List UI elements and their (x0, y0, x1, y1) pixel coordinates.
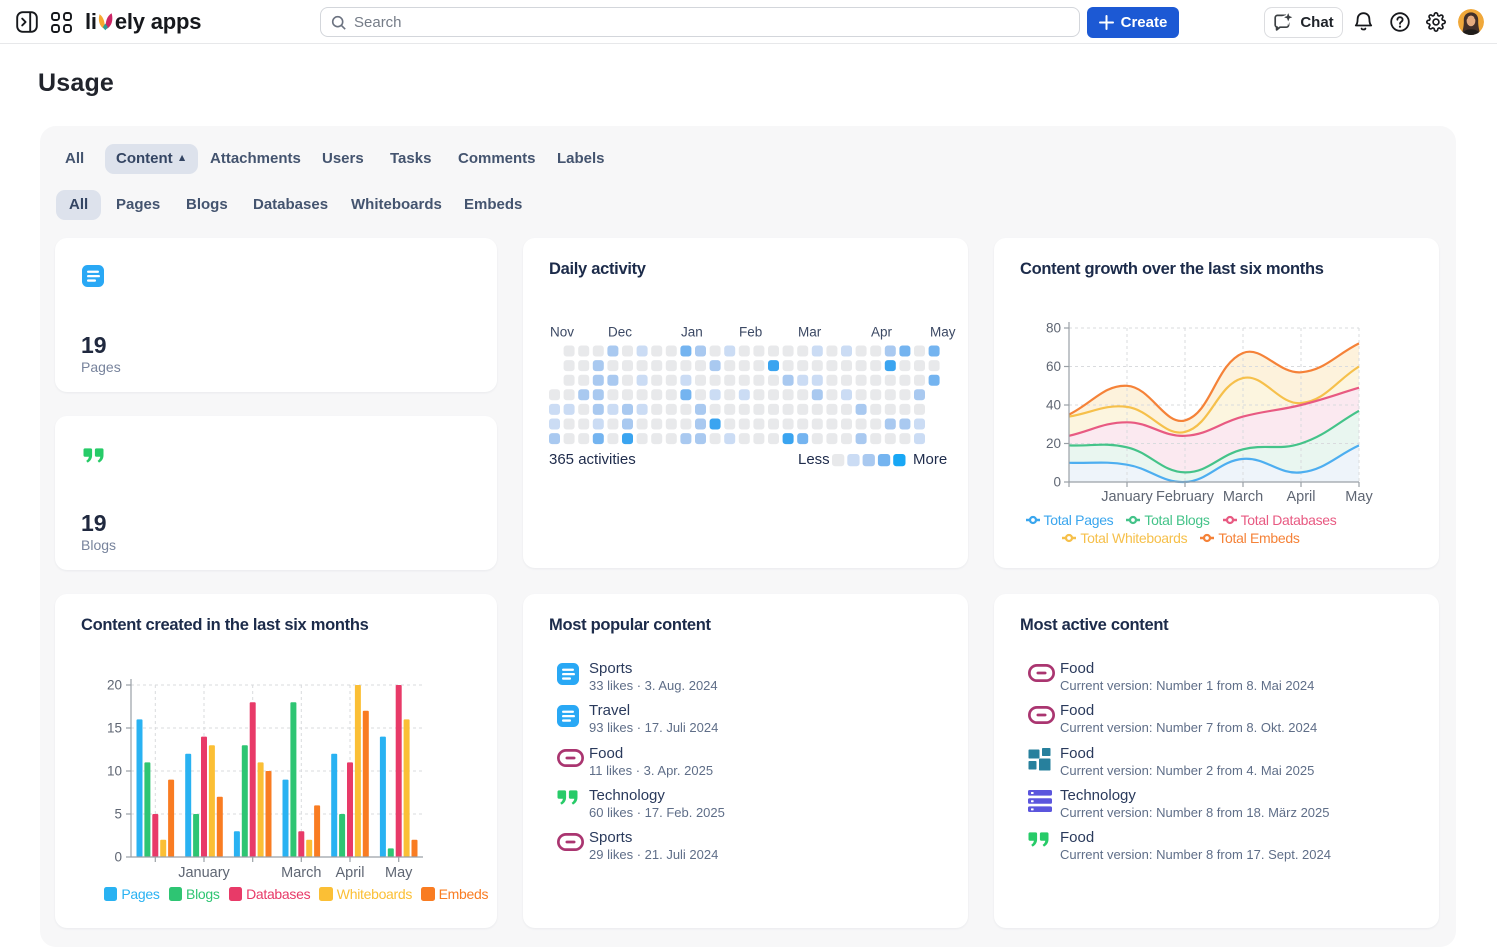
svg-text:May: May (385, 865, 413, 881)
svg-text:80: 80 (1046, 321, 1061, 336)
svg-text:5: 5 (114, 807, 122, 822)
svg-text:40: 40 (1046, 398, 1061, 413)
svg-text:Apr: Apr (871, 325, 893, 340)
svg-text:March: March (1223, 489, 1263, 505)
svg-text:January: January (1101, 489, 1153, 505)
svg-text:March: March (281, 865, 321, 881)
svg-text:10: 10 (107, 764, 122, 779)
svg-text:February: February (1156, 489, 1215, 505)
svg-text:60: 60 (1046, 359, 1061, 374)
svg-text:Dec: Dec (608, 325, 632, 340)
svg-text:20: 20 (107, 678, 122, 693)
svg-text:Jan: Jan (681, 325, 703, 340)
svg-text:0: 0 (1053, 475, 1061, 490)
svg-text:Nov: Nov (550, 325, 574, 340)
svg-text:May: May (930, 325, 956, 340)
svg-text:April: April (1286, 489, 1315, 505)
svg-text:Mar: Mar (798, 325, 822, 340)
svg-text:15: 15 (107, 721, 122, 736)
svg-text:April: April (335, 865, 364, 881)
svg-text:January: January (178, 865, 230, 881)
svg-text:May: May (1345, 489, 1373, 505)
svg-text:20: 20 (1046, 436, 1061, 451)
svg-text:Feb: Feb (739, 325, 762, 340)
svg-text:0: 0 (114, 850, 122, 865)
